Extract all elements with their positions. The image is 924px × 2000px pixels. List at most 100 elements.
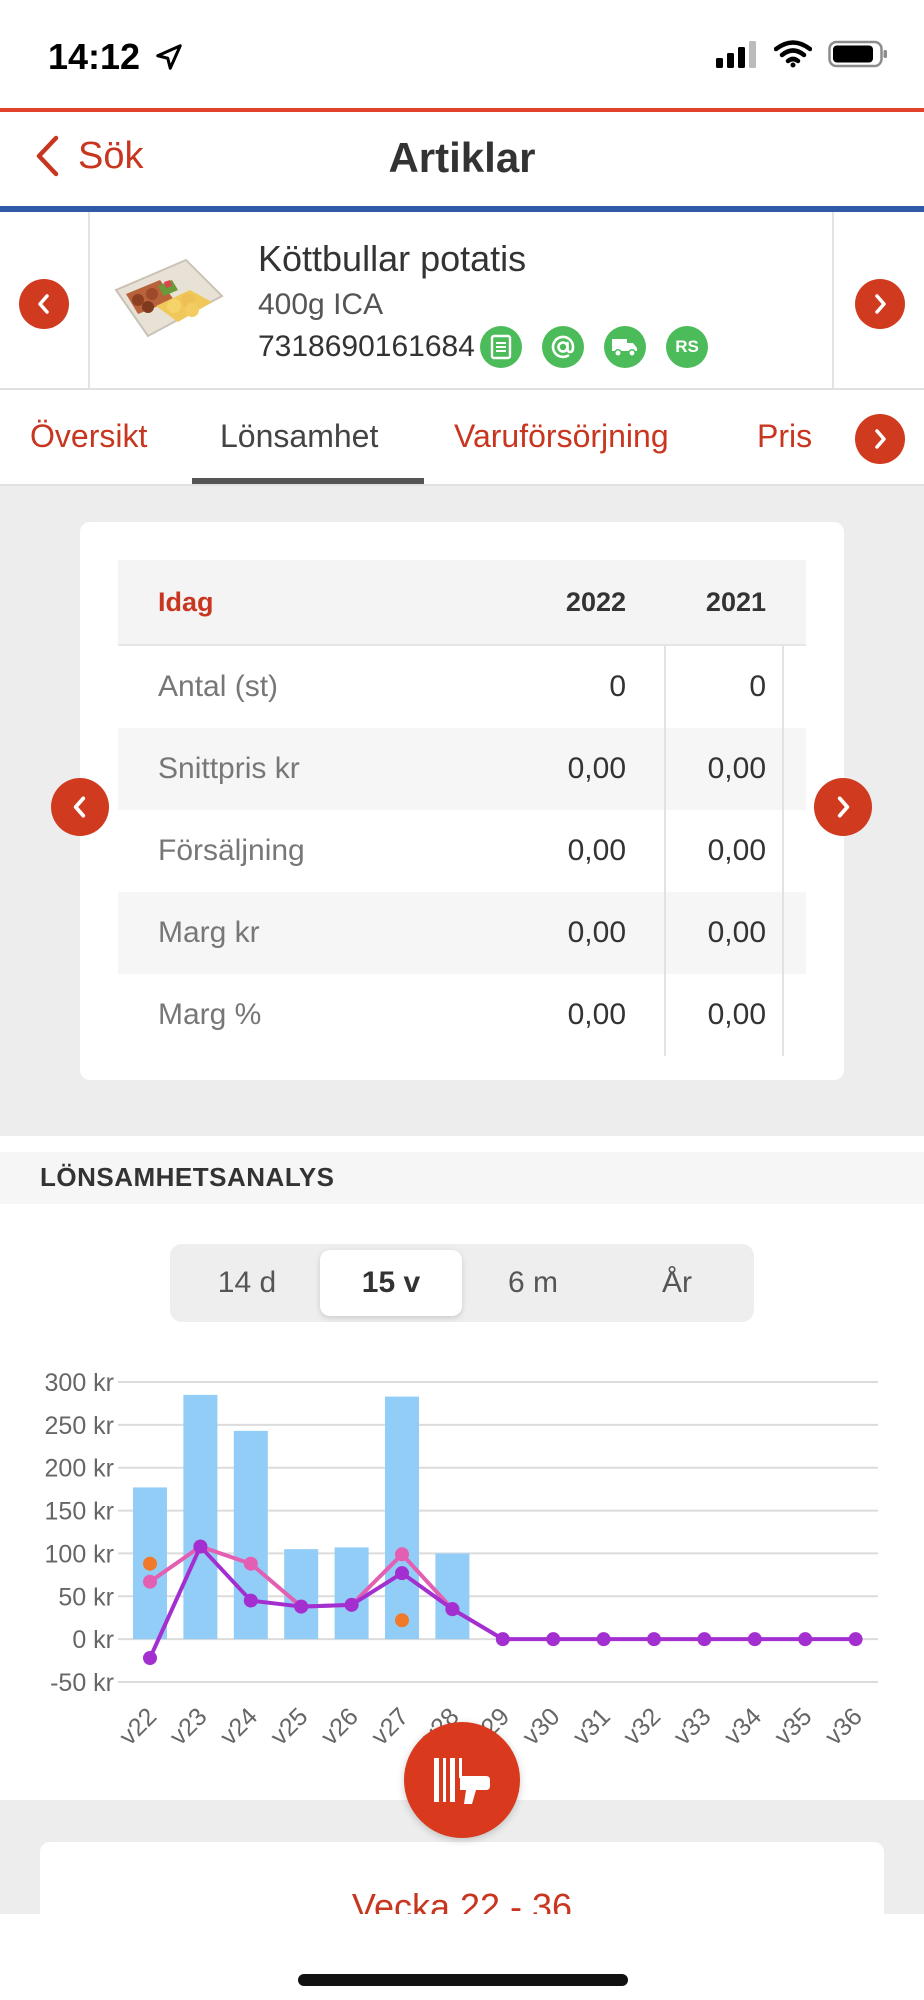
signal-icon [716,41,756,68]
kpi-row-label: Antal (st) [158,670,279,703]
analysis-title: LÖNSAMHETSANALYS [40,1162,335,1192]
kpi-row-antal: Antal (st) 0 0 [118,646,806,728]
column-divider [664,646,666,1056]
x-tick-label: v36 [820,1702,868,1750]
status-bar: 14:12 [0,0,924,110]
barcode-scan-icon [434,1758,490,1804]
rs-badge[interactable]: RS [666,326,708,368]
kpi-row-marg-procent: Marg % 0,00 0,00 [118,974,806,1056]
data-point [344,1597,359,1612]
kpi-row-label: Marg % [158,998,262,1031]
data-point [647,1632,661,1647]
x-tick-label: v32 [618,1702,666,1750]
tab-bar: Översikt Lönsamhet Varuförsörjning Pris [0,390,924,486]
x-tick-label: v31 [568,1702,616,1750]
next-product-button[interactable] [855,279,905,329]
active-tab-indicator [192,478,424,484]
kpi-section: Idag 2022 2021 Antal (st) 0 0 Snittpris … [0,486,924,1136]
kpi-value-2021: 0,00 [707,752,766,785]
analysis-header: LÖNSAMHETSANALYS [0,1152,924,1204]
data-point [848,1632,863,1647]
battery-icon [828,40,887,68]
kpi-header-label: Idag [158,586,214,617]
tab-lonsamhet[interactable]: Lönsamhet [220,418,378,455]
x-tick-label: v24 [215,1702,263,1750]
kpi-card: Idag 2022 2021 Antal (st) 0 0 Snittpris … [80,522,844,1080]
truck-icon[interactable] [604,326,646,368]
data-point [243,1593,258,1608]
product-name: Köttbullar potatis [258,238,527,279]
data-point [747,1632,762,1647]
kpi-value-2021: 0,00 [707,916,766,949]
back-button[interactable]: Sök [34,134,143,178]
data-point [798,1632,813,1647]
y-tick-label: 300 kr [45,1369,114,1397]
document-icon[interactable] [480,326,522,368]
x-tick-label: v35 [769,1702,817,1750]
previous-product-button[interactable] [19,279,69,329]
next-tab-button[interactable] [855,414,905,464]
period-6m[interactable]: 6 m [462,1250,604,1316]
kpi-row-label: Försäljning [158,834,305,867]
chevron-right-icon [875,429,886,449]
period-selector: 14 d 15 v 6 m År [170,1244,754,1322]
tab-pris[interactable]: Pris [757,418,812,455]
home-area [0,1914,924,2000]
divider [832,212,834,388]
data-point [143,1651,157,1665]
product-badges: RS [480,326,708,368]
x-tick-label: v23 [164,1702,212,1750]
wifi-icon [774,40,812,68]
kpi-value-2022: 0,00 [567,752,626,785]
data-point [596,1632,611,1647]
next-period-button[interactable] [814,778,872,836]
kpi-value-2022: 0 [609,670,626,703]
kpi-row-forsaljning: Försäljning 0,00 0,00 [118,810,806,892]
tab-varuforsorjning[interactable]: Varuförsörjning [454,418,669,455]
at-icon[interactable] [542,326,584,368]
kpi-row-marg-kr: Marg kr 0,00 0,00 [118,892,806,974]
data-point [143,1556,157,1571]
data-point [143,1574,157,1589]
x-tick-label: v26 [316,1702,364,1750]
data-point [546,1632,561,1647]
bar [385,1396,419,1640]
kpi-value-2022: 0,00 [567,834,626,867]
kpi-value-2022: 0,00 [567,998,626,1031]
kpi-value-2021: 0 [749,670,766,703]
barcode-scanner-button[interactable] [404,1722,520,1838]
data-point [697,1632,712,1647]
product-image [114,258,224,338]
divider [88,212,90,388]
kpi-header-2021: 2021 [705,586,766,617]
kpi-value-2021: 0,00 [707,834,766,867]
x-tick-label: v33 [668,1702,716,1750]
x-tick-label: v27 [366,1702,414,1750]
data-point [495,1632,510,1647]
kpi-row-label: Snittpris kr [158,752,300,785]
data-point [193,1539,208,1554]
kpi-table: Idag 2022 2021 Antal (st) 0 0 Snittpris … [118,560,806,1056]
period-ar[interactable]: År [606,1250,748,1316]
data-point [243,1556,258,1571]
x-tick-label: v30 [517,1702,565,1750]
product-ean: 7318690161684 [258,330,475,363]
y-tick-label: 200 kr [45,1455,114,1483]
analysis-body: 14 d 15 v 6 m År -50 kr 0 kr 50 kr 100 kr 15… [0,1204,924,1804]
chevron-right-icon [837,796,850,818]
tab-oversikt[interactable]: Översikt [30,418,147,455]
previous-period-button[interactable] [51,778,109,836]
home-indicator[interactable] [298,1974,628,1986]
period-14d[interactable]: 14 d [176,1250,318,1316]
column-divider [782,646,784,1056]
y-tick-label: -50 kr [50,1669,114,1697]
kpi-header-row: Idag 2022 2021 [118,560,806,646]
kpi-row-label: Marg kr [158,916,260,949]
x-tick-label: v25 [265,1702,313,1750]
y-tick-label: 100 kr [45,1540,114,1568]
kpi-value-2022: 0,00 [567,916,626,949]
period-15v[interactable]: 15 v [320,1250,462,1316]
status-icons [716,40,888,68]
kpi-value-2021: 0,00 [707,998,766,1031]
product-size-brand: 400g ICA [258,288,384,321]
